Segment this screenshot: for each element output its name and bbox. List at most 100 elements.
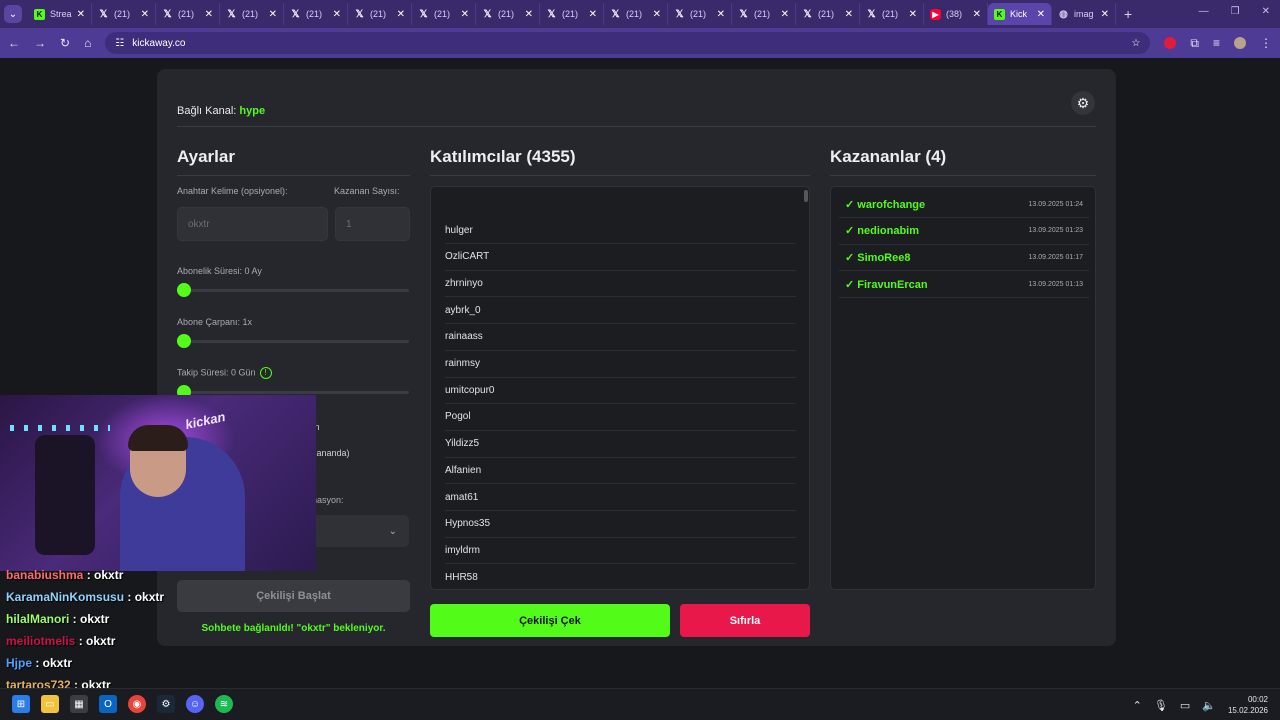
browser-tab[interactable]: K Kick ✕ (988, 3, 1052, 25)
close-tab-icon[interactable]: ✕ (461, 9, 469, 20)
browser-tab[interactable]: 𝕏 (21) ✕ (732, 3, 796, 25)
extensions-puzzle-icon[interactable]: ⧉ (1190, 36, 1199, 51)
address-bar[interactable]: ☷ kickaway.co ☆ (105, 32, 1151, 54)
store-icon[interactable]: ▦ (70, 695, 88, 713)
browser-tab[interactable]: ◍ imag ✕ (1052, 3, 1116, 25)
browser-tab[interactable]: 𝕏 (21) ✕ (860, 3, 924, 25)
browser-tab[interactable]: 𝕏 (21) ✕ (476, 3, 540, 25)
browser-tab[interactable]: 𝕏 (21) ✕ (668, 3, 732, 25)
chat-username: hilalManori (6, 612, 70, 626)
keyword-input[interactable]: okxtr (177, 207, 328, 241)
settings-gear-icon[interactable]: ⚙ (1071, 91, 1095, 115)
chat-text: : okxtr (32, 656, 73, 670)
windows-start-icon[interactable]: ⊞ (12, 695, 30, 713)
network-icon[interactable]: ▭ (1180, 699, 1190, 712)
close-tab-icon[interactable]: ✕ (397, 9, 405, 20)
close-tab-icon[interactable]: ✕ (77, 9, 85, 20)
x-favicon-icon: 𝕏 (99, 8, 108, 20)
winner-count-input[interactable]: 1 (335, 207, 410, 241)
streamer-hair (128, 425, 188, 451)
extension-record-icon[interactable] (1164, 37, 1177, 49)
clock[interactable]: 00:02 15.02.2026 (1228, 694, 1268, 716)
tab-title: (21) (434, 9, 451, 19)
tab-title: (21) (178, 9, 195, 19)
close-tab-icon[interactable]: ✕ (653, 9, 661, 20)
browser-menu-icon[interactable]: ⋮ (1260, 36, 1272, 50)
yt-favicon-icon: ▶ (930, 8, 941, 20)
browser-tab[interactable]: ▶ (38) ✕ (924, 3, 988, 25)
tab-search-icon[interactable]: ⌄ (4, 5, 22, 23)
tray-expand-icon[interactable]: ⌃ (1133, 699, 1142, 712)
outlook-icon[interactable]: O (99, 695, 117, 713)
close-tab-icon[interactable]: ✕ (845, 9, 853, 20)
participant-row: umitcopur0 (445, 377, 796, 405)
winner-name: ✓ nedionabim (845, 225, 919, 238)
reload-icon[interactable]: ↻ (60, 36, 70, 50)
back-icon[interactable]: ← (8, 36, 20, 50)
browser-tab[interactable]: 𝕏 (21) ✕ (156, 3, 220, 25)
chrome-icon[interactable]: ◉ (128, 695, 146, 713)
browser-tab[interactable]: 𝕏 (21) ✕ (604, 3, 668, 25)
browser-tab[interactable]: 𝕏 (21) ✕ (220, 3, 284, 25)
close-tab-icon[interactable]: ✕ (333, 9, 341, 20)
info-icon[interactable]: ! (259, 367, 272, 379)
close-tab-icon[interactable]: ✕ (269, 9, 277, 20)
browser-tab[interactable]: 𝕏 (21) ✕ (284, 3, 348, 25)
close-tab-icon[interactable]: ✕ (781, 9, 789, 20)
spotify-icon[interactable]: ≋ (215, 695, 233, 713)
microphone-icon[interactable]: 🎙 (1154, 699, 1168, 712)
chat-text: : okxtr (124, 590, 165, 604)
browser-tab[interactable]: 𝕏 (21) ✕ (412, 3, 476, 25)
volume-icon[interactable]: 🔈 (1202, 699, 1216, 712)
sub-multiplier-slider[interactable] (177, 334, 409, 348)
sub-duration-slider[interactable] (177, 283, 409, 297)
steam-icon[interactable]: ⚙ (157, 695, 175, 713)
slider-knob[interactable] (177, 334, 191, 348)
chat-username: KaramaNinKomsusu (6, 590, 125, 604)
draw-winner-button[interactable]: Çekilişi Çek (430, 604, 670, 637)
close-tab-icon[interactable]: ✕ (1101, 9, 1109, 20)
x-favicon-icon: 𝕏 (483, 8, 492, 20)
bookmark-star-icon[interactable]: ☆ (1131, 38, 1140, 49)
close-tab-icon[interactable]: ✕ (589, 9, 597, 20)
start-giveaway-button[interactable]: Çekilişi Başlat (177, 580, 410, 612)
x-favicon-icon: 𝕏 (675, 8, 684, 20)
browser-tab[interactable]: 𝕏 (21) ✕ (796, 3, 860, 25)
kick-favicon-icon: K (34, 8, 45, 20)
browser-tab[interactable]: K Strea ✕ (28, 3, 92, 25)
participant-row: Yildizz5 (445, 431, 796, 458)
participants-list[interactable]: hulger OzliCART zhrninyo aybrk_0 rainaass rai… (430, 186, 810, 590)
participant-row: rainaass (445, 324, 796, 351)
home-icon[interactable]: ⌂ (84, 36, 91, 50)
media-controls-icon[interactable]: ≡ (1213, 36, 1220, 50)
chat-username: Hjpe (6, 656, 33, 670)
minimize-icon[interactable]: — (1199, 6, 1209, 17)
close-window-icon[interactable]: ✕ (1262, 6, 1270, 17)
browser-tab[interactable]: 𝕏 (21) ✕ (92, 3, 156, 25)
new-tab-icon[interactable]: + (1124, 6, 1132, 22)
browser-tab[interactable]: 𝕏 (21) ✕ (540, 3, 604, 25)
participant-row: zhrninyo (445, 270, 796, 298)
discord-icon[interactable]: ☺ (186, 695, 204, 713)
close-tab-icon[interactable]: ✕ (717, 9, 725, 20)
x-favicon-icon: 𝕏 (739, 8, 748, 20)
close-tab-icon[interactable]: ✕ (909, 9, 917, 20)
scrollbar[interactable] (804, 190, 808, 202)
clock-date: 15.02.2026 (1227, 706, 1268, 715)
close-tab-icon[interactable]: ✕ (1037, 9, 1045, 20)
follow-duration-slider[interactable] (177, 385, 409, 399)
close-tab-icon[interactable]: ✕ (205, 9, 213, 20)
globe-favicon-icon: ◍ (1059, 8, 1068, 20)
site-info-icon[interactable]: ☷ (115, 38, 124, 49)
browser-tab[interactable]: 𝕏 (21) ✕ (348, 3, 412, 25)
file-explorer-icon[interactable]: ▭ (41, 695, 59, 713)
maximize-icon[interactable]: ❐ (1231, 6, 1240, 17)
close-tab-icon[interactable]: ✕ (525, 9, 533, 20)
close-tab-icon[interactable]: ✕ (973, 9, 981, 20)
forward-icon[interactable]: → (34, 36, 46, 50)
participant-row: Pogol (445, 404, 796, 431)
reset-button[interactable]: Sıfırla (680, 604, 810, 637)
profile-avatar[interactable] (1234, 37, 1246, 49)
close-tab-icon[interactable]: ✕ (141, 9, 149, 20)
slider-knob[interactable] (177, 283, 191, 297)
